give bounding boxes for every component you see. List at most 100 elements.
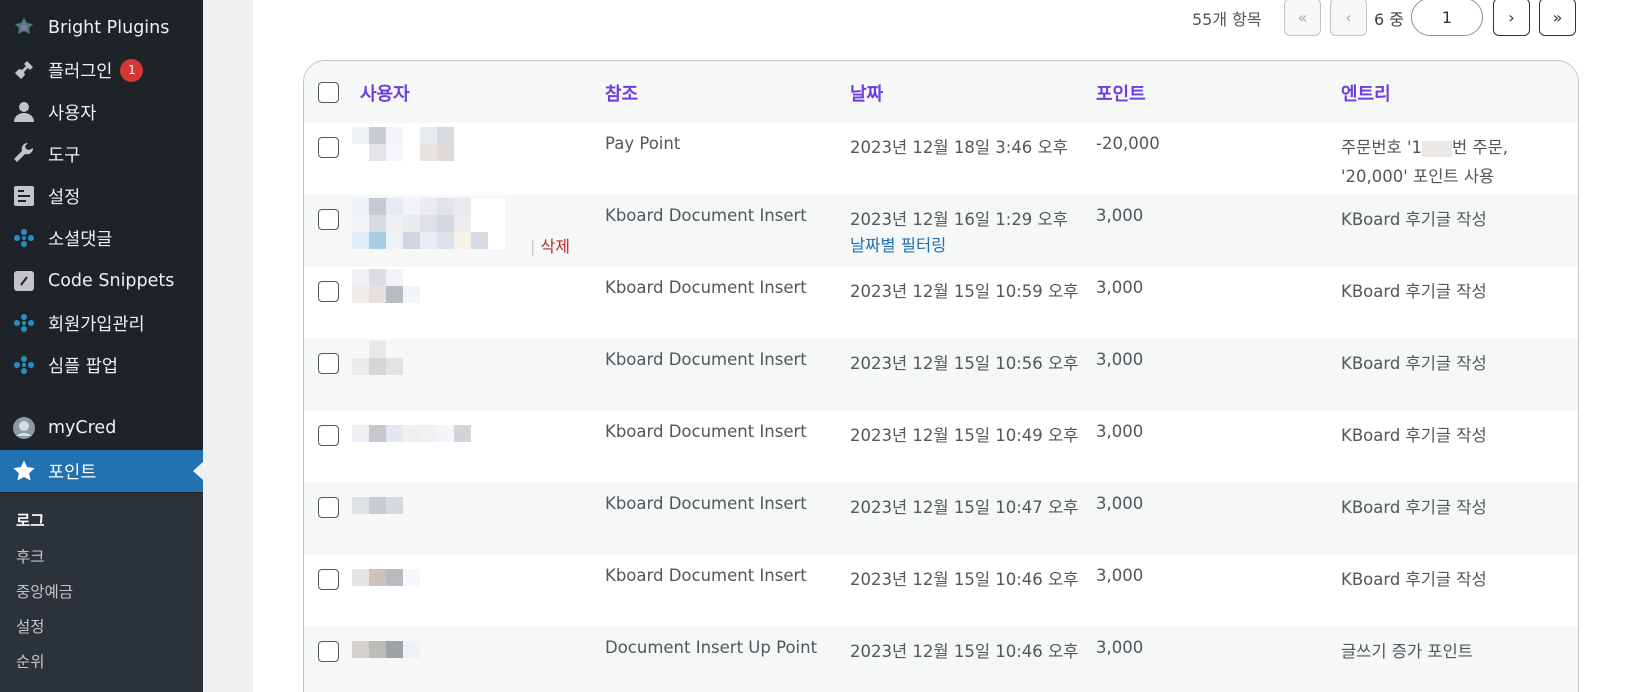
- entry-line: '20,000' 포인트 사용: [1341, 167, 1495, 186]
- col-header-user[interactable]: 사용자: [360, 80, 410, 106]
- wrench-icon: [0, 142, 48, 166]
- table-row: Kboard Document Insert 2023년 12월 15일 10:…: [304, 555, 1578, 627]
- star-icon: [0, 459, 48, 483]
- menu-label: 포인트: [48, 462, 97, 483]
- points-log-table: 사용자 참조 날짜 포인트 엔트리 Pay Point 2023년 12월 18…: [303, 60, 1579, 692]
- table-row: Document Insert Up Point 2023년 12월 15일 1…: [304, 627, 1578, 692]
- prev-page-button[interactable]: ‹: [1330, 0, 1367, 36]
- mycred-avatar-icon: [0, 416, 48, 440]
- table-row: Pay Point 2023년 12월 18일 3:46 오후 -20,000 …: [304, 123, 1578, 195]
- admin-sidebar: Bright Plugins 플러그인 1 사용자 도구 설정 소셜댓글 Cod…: [0, 0, 203, 692]
- table-row: Kboard Document Insert 2023년 12월 15일 10:…: [304, 339, 1578, 411]
- redacted-user-avatar: [352, 569, 420, 586]
- row-checkbox[interactable]: [318, 281, 339, 302]
- cell-entry: KBoard 후기글 작성: [1341, 354, 1487, 373]
- menu-member-signup[interactable]: 회원가입관리: [0, 302, 203, 344]
- current-page-input[interactable]: 1: [1411, 0, 1483, 36]
- update-count-badge: 1: [120, 58, 144, 82]
- col-header-entry[interactable]: 엔트리: [1341, 80, 1391, 106]
- row-checkbox[interactable]: [318, 353, 339, 374]
- menu-users[interactable]: 사용자: [0, 91, 203, 133]
- row-checkbox[interactable]: [318, 425, 339, 446]
- submenu-log[interactable]: 로그: [16, 509, 45, 531]
- submenu-settings[interactable]: 설정: [16, 615, 45, 637]
- cell-ref: Pay Point: [605, 134, 681, 153]
- menu-label: 설정: [48, 187, 81, 208]
- cell-date: 2023년 12월 15일 10:47 오후: [850, 498, 1079, 517]
- menu-label: Bright Plugins: [48, 18, 170, 38]
- row-checkbox[interactable]: [318, 569, 339, 590]
- settings-icon: [0, 184, 48, 208]
- dots-icon: [0, 226, 48, 250]
- menu-settings[interactable]: 설정: [0, 175, 203, 217]
- user-icon: [0, 100, 48, 124]
- submenu-ranks[interactable]: 순위: [16, 650, 45, 672]
- next-page-button[interactable]: ›: [1493, 0, 1530, 36]
- menu-label: myCred: [48, 418, 117, 438]
- entry-text: 번 주문,: [1452, 138, 1509, 157]
- row-checkbox[interactable]: [318, 497, 339, 518]
- redacted-user-avatar: [352, 269, 420, 303]
- submenu-central-deposit[interactable]: 중앙예금: [16, 580, 73, 602]
- cell-entry: 글쓰기 증가 포인트: [1341, 642, 1473, 661]
- cell-date: 2023년 12월 15일 10:59 오후: [850, 282, 1079, 301]
- table-row: Kboard Document Insert 2023년 12월 15일 10:…: [304, 411, 1578, 483]
- menu-code-snippets[interactable]: Code Snippets: [0, 260, 203, 302]
- last-page-button[interactable]: »: [1539, 0, 1576, 36]
- cell-date: 2023년 12월 15일 10:46 오후: [850, 570, 1079, 589]
- menu-label: 사용자: [48, 103, 97, 124]
- cell-entry: KBoard 후기글 작성: [1341, 426, 1487, 445]
- cell-points: 3,000: [1096, 350, 1144, 369]
- row-actions: | 삭제: [530, 233, 570, 257]
- row-checkbox[interactable]: [318, 137, 339, 158]
- cell-date: 2023년 12월 15일 10:56 오후: [850, 354, 1079, 373]
- row-checkbox[interactable]: [318, 209, 339, 230]
- menu-bright-plugins[interactable]: Bright Plugins: [0, 7, 203, 49]
- menu-tools[interactable]: 도구: [0, 133, 203, 175]
- redacted-user-avatar: [352, 341, 403, 375]
- submenu-hooks[interactable]: 후크: [16, 545, 45, 567]
- cell-points: 3,000: [1096, 206, 1144, 225]
- col-header-date[interactable]: 날짜: [850, 80, 883, 106]
- cell-ref: Kboard Document Insert: [605, 422, 807, 441]
- table-row: Kboard Document Insert 2023년 12월 15일 10:…: [304, 267, 1578, 339]
- active-menu-arrow: [193, 462, 203, 480]
- first-page-button[interactable]: «: [1284, 0, 1321, 36]
- redacted-order-number: [1422, 140, 1452, 157]
- row-checkbox[interactable]: [318, 641, 339, 662]
- cell-points: 3,000: [1096, 638, 1144, 657]
- cell-ref: Kboard Document Insert: [605, 206, 807, 225]
- plugin-icon: [0, 58, 48, 82]
- item-count: 55개 항목: [1192, 10, 1262, 29]
- entry-text: 주문번호 '1: [1341, 138, 1422, 157]
- dots-icon: [0, 353, 48, 377]
- menu-simple-popup[interactable]: 심플 팝업: [0, 344, 203, 386]
- cell-points: -20,000: [1096, 134, 1160, 153]
- menu-social-comments[interactable]: 소셜댓글: [0, 217, 203, 259]
- cell-date: 2023년 12월 18일 3:46 오후: [850, 138, 1068, 157]
- cell-ref: Document Insert Up Point: [605, 638, 818, 657]
- menu-points[interactable]: 포인트: [0, 450, 203, 492]
- cell-ref: Kboard Document Insert: [605, 566, 807, 585]
- select-all-checkbox[interactable]: [318, 82, 339, 103]
- redacted-user-avatar: [352, 497, 403, 514]
- bright-plugins-icon: [0, 16, 48, 40]
- points-submenu: 로그 후크 중앙예금 설정 순위: [0, 493, 203, 692]
- menu-label: Code Snippets: [48, 271, 175, 291]
- delete-link[interactable]: 삭제: [540, 237, 569, 256]
- code-snippets-icon: [0, 269, 48, 293]
- col-header-ref[interactable]: 참조: [605, 80, 638, 106]
- cell-entry: 주문번호 '1 번 주문, '20,000' 포인트 사용: [1341, 134, 1508, 187]
- menu-label: 도구: [48, 145, 81, 166]
- cell-entry: KBoard 후기글 작성: [1341, 570, 1487, 589]
- menu-label: 회원가입관리: [48, 314, 145, 335]
- menu-plugins[interactable]: 플러그인 1: [0, 49, 203, 91]
- filter-by-date-link[interactable]: 날짜별 필터링: [850, 232, 946, 256]
- log-panel: 55개 항목 « ‹ 6 중 1 › » 사용자 참조 날짜 포인트 엔트리 P…: [253, 0, 1626, 692]
- cell-ref: Kboard Document Insert: [605, 350, 807, 369]
- table-row: | 삭제 Kboard Document Insert 2023년 12월 16…: [304, 195, 1578, 267]
- col-header-points[interactable]: 포인트: [1096, 80, 1146, 106]
- redacted-user-avatar: [352, 127, 471, 161]
- menu-mycred[interactable]: myCred: [0, 407, 203, 449]
- pagination: 55개 항목 « ‹ 6 중 1 › »: [253, 0, 1626, 36]
